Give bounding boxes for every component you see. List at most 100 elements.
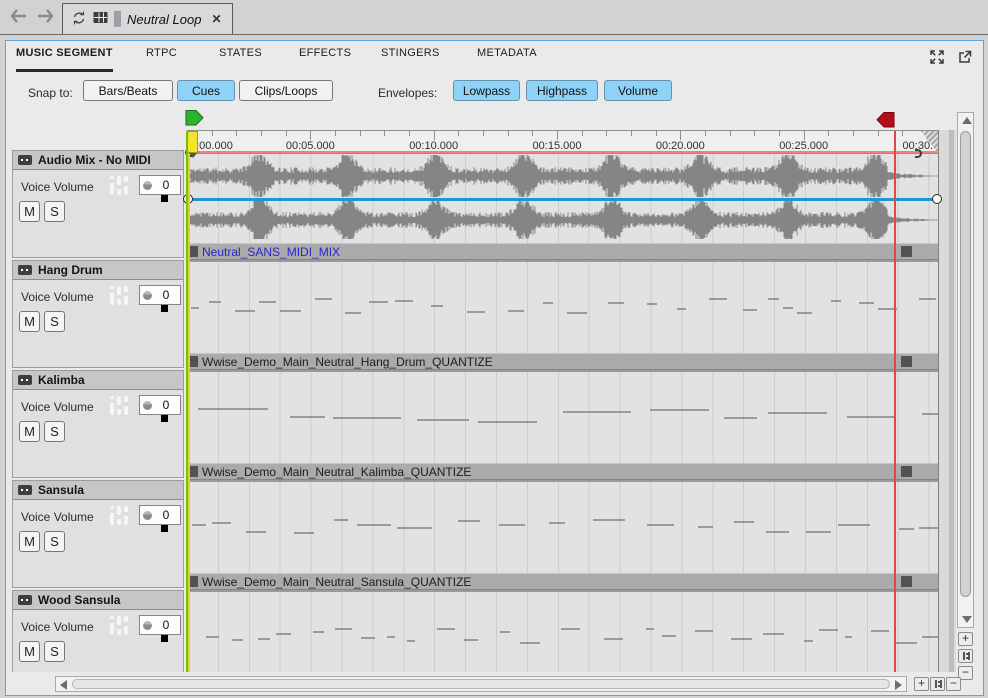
ruler-tick: [606, 131, 607, 136]
vertical-scrollbar[interactable]: [957, 112, 974, 628]
nav-forward-icon[interactable]: [34, 7, 56, 25]
segment-grid-icon: [93, 11, 108, 27]
clip-handle-left[interactable]: [189, 466, 198, 477]
view-tab-stingers[interactable]: STINGERS: [381, 47, 440, 69]
volume-slider-marker[interactable]: [161, 415, 168, 422]
entry-cue-marker[interactable]: [187, 131, 198, 153]
exit-cue-flag-icon[interactable]: [876, 112, 895, 131]
solo-button[interactable]: S: [44, 421, 65, 442]
clip-bar[interactable]: Wwise_Demo_Main_Neutral_Kalimba_QUANTIZE: [187, 463, 938, 480]
solo-button[interactable]: S: [44, 201, 65, 222]
volume-envelope-line[interactable]: [187, 198, 938, 201]
track-lane[interactable]: Wwise_Demo_Main_Neutral_Hang_Drum_QUANTI…: [187, 262, 938, 372]
track-name: Kalimba: [38, 373, 85, 387]
track-header[interactable]: Hang Drum Voice Volume 0 M S: [12, 260, 184, 368]
ruler-tick: [310, 131, 311, 140]
voice-volume-value: 0: [152, 508, 180, 522]
ruler-tick: [878, 131, 879, 136]
track-name: Audio Mix - No MIDI: [38, 153, 151, 167]
view-tab-states[interactable]: STATES: [219, 47, 262, 69]
voice-volume-input[interactable]: 0: [139, 285, 181, 305]
track-name: Hang Drum: [38, 263, 103, 277]
mute-button[interactable]: M: [19, 201, 40, 222]
volume-slider-marker[interactable]: [161, 305, 168, 312]
scroll-right-icon[interactable]: [895, 680, 902, 690]
track-header[interactable]: Wood Sansula Voice Volume 0 M S: [12, 590, 184, 672]
horizontal-zoom-in-button[interactable]: +: [914, 677, 929, 691]
scroll-left-icon[interactable]: [60, 680, 67, 690]
ruler-tick: [730, 131, 731, 136]
clip-bar[interactable]: Wwise_Demo_Main_Neutral_Hang_Drum_QUANTI…: [187, 353, 938, 370]
solo-button[interactable]: S: [44, 311, 65, 332]
vertical-zoom-fit-button[interactable]: [958, 649, 973, 663]
mute-button[interactable]: M: [19, 421, 40, 442]
filter-envelope-line[interactable]: [187, 151, 938, 153]
track-title-bar[interactable]: Wood Sansula: [13, 591, 183, 610]
track-title-bar[interactable]: Hang Drum: [13, 261, 183, 280]
horizontal-scroll-thumb[interactable]: [72, 679, 890, 689]
clips-loops-button[interactable]: Clips/Loops: [239, 80, 333, 101]
ruler-tick: [557, 131, 558, 140]
clip-handle-left[interactable]: [189, 576, 198, 587]
clip-bar[interactable]: Neutral_SANS_MIDI_MIX: [187, 243, 938, 260]
mute-button[interactable]: M: [19, 641, 40, 662]
clip-handle-right[interactable]: [901, 246, 912, 257]
clip-handle-right[interactable]: [901, 356, 912, 367]
track-title-bar[interactable]: Sansula: [13, 481, 183, 500]
clip-handle-right[interactable]: [901, 576, 912, 587]
highpass-button[interactable]: Highpass: [526, 80, 598, 101]
mute-button[interactable]: M: [19, 311, 40, 332]
track-header[interactable]: Sansula Voice Volume 0 M S: [12, 480, 184, 588]
clip-bar[interactable]: Wwise_Demo_Main_Neutral_Sansula_QUANTIZE: [187, 573, 938, 590]
volume-slider-marker[interactable]: [161, 525, 168, 532]
view-tab-metadata[interactable]: METADATA: [477, 47, 537, 69]
document-tab-strip: Neutral Loop ✕: [0, 0, 988, 35]
envelope-point[interactable]: [932, 194, 942, 204]
document-tab[interactable]: Neutral Loop ✕: [62, 3, 233, 34]
clip-handle-left[interactable]: [189, 246, 198, 257]
track-lane[interactable]: Neutral_SANS_MIDI_MIX: [187, 154, 938, 262]
scroll-up-icon[interactable]: [962, 117, 972, 124]
track-icon: [18, 485, 32, 495]
track-title-bar[interactable]: Kalimba: [13, 371, 183, 390]
entry-cue-flag-icon[interactable]: [185, 110, 204, 129]
voice-volume-input[interactable]: 0: [139, 505, 181, 525]
track-lane[interactable]: Wwise_Demo_Main_Neutral_Sansula_QUANTIZE: [187, 482, 938, 592]
voice-volume-input[interactable]: 0: [139, 395, 181, 415]
track-header[interactable]: Audio Mix - No MIDI Voice Volume 0 M S: [12, 150, 184, 258]
horizontal-scrollbar[interactable]: [55, 676, 907, 692]
nav-back-icon[interactable]: [8, 7, 30, 25]
view-tab-rtpc[interactable]: RTPC: [146, 47, 177, 69]
bars-beats-button[interactable]: Bars/Beats: [83, 80, 173, 101]
lowpass-button[interactable]: Lowpass: [453, 80, 520, 101]
track-lane[interactable]: Wwise_Demo_Main_Neutral_Kalimba_QUANTIZE: [187, 372, 938, 482]
clip-handle-left[interactable]: [189, 356, 198, 367]
track-header[interactable]: Kalimba Voice Volume 0 M S: [12, 370, 184, 478]
track-lane[interactable]: [187, 592, 938, 672]
music-segment-panel: MUSIC SEGMENT RTPC STATES EFFECTS STINGERS ME…: [5, 40, 984, 696]
ruler-tick: [631, 131, 632, 136]
solo-button[interactable]: S: [44, 641, 65, 662]
view-tab-music-segment[interactable]: MUSIC SEGMENT: [16, 47, 113, 72]
solo-button[interactable]: S: [44, 531, 65, 552]
volume-button[interactable]: Volume: [604, 80, 672, 101]
scroll-down-icon[interactable]: [962, 616, 972, 623]
track-content: [187, 592, 938, 672]
cues-button[interactable]: Cues: [177, 80, 235, 101]
horizontal-zoom-fit-button[interactable]: [930, 677, 945, 691]
view-tab-effects[interactable]: EFFECTS: [299, 47, 351, 69]
volume-slider-marker[interactable]: [161, 635, 168, 642]
voice-volume-input[interactable]: 0: [139, 175, 181, 195]
mute-button[interactable]: M: [19, 531, 40, 552]
vertical-zoom-in-button[interactable]: +: [958, 632, 973, 646]
voice-volume-input[interactable]: 0: [139, 615, 181, 635]
track-title-bar[interactable]: Audio Mix - No MIDI: [13, 151, 183, 170]
vertical-scroll-thumb[interactable]: [960, 131, 971, 597]
horizontal-zoom-out-button[interactable]: −: [946, 677, 961, 691]
open-in-new-window-icon[interactable]: [957, 49, 973, 65]
close-icon[interactable]: ✕: [211, 12, 221, 26]
clip-handle-right[interactable]: [901, 466, 912, 477]
volume-slider-marker[interactable]: [161, 195, 168, 202]
voice-volume-label: Voice Volume: [21, 510, 94, 524]
maximize-icon[interactable]: [929, 49, 945, 65]
